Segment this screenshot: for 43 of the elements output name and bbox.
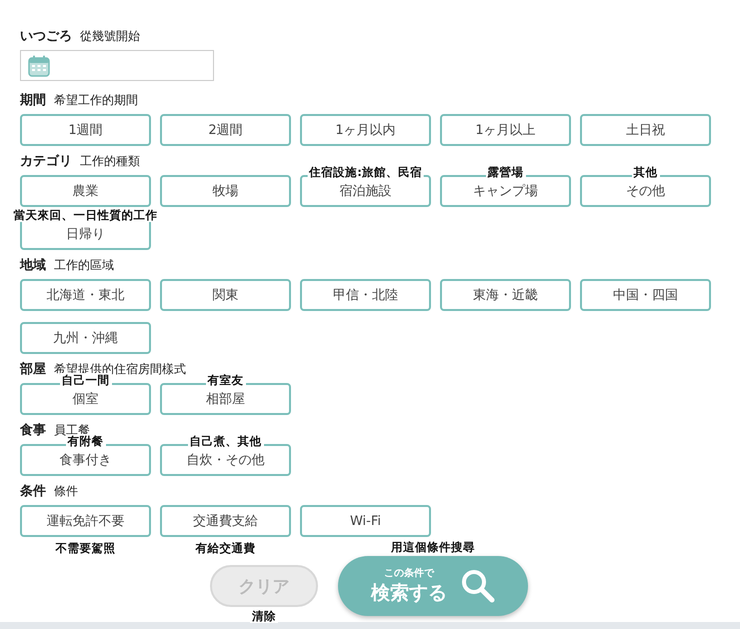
section-note: 工作的區域 (54, 257, 114, 274)
annotation: 住宿設施:旅館、民宿 (307, 165, 424, 179)
annotation: 露營場 (486, 165, 526, 179)
date-field[interactable] (20, 50, 214, 81)
calendar-icon (27, 54, 51, 78)
section-label: カテゴリ (20, 153, 72, 170)
option-button[interactable]: 東海・近畿 (440, 279, 571, 311)
section-label: 食事 (20, 422, 46, 439)
option-button[interactable]: 2週間 (160, 114, 291, 146)
annotation: 其他 (632, 165, 660, 179)
option-button[interactable]: 関東 (160, 279, 291, 311)
annotation: 清除 (250, 609, 278, 623)
annotation: 有附餐 (66, 434, 106, 448)
option-button[interactable]: 交通費支給 (160, 505, 291, 537)
section-note: 從幾號開始 (80, 28, 140, 45)
search-icon (461, 569, 495, 603)
section-label: いつごろ (20, 28, 72, 45)
option-button[interactable]: 九州・沖縄 (20, 322, 151, 354)
annotation: 用這個條件搜尋 (389, 540, 477, 554)
annotation: 當天來回、一日性質的工作 (12, 208, 160, 222)
section-note: 條件 (54, 483, 78, 500)
option-button[interactable]: 運転免許不要 (20, 505, 151, 537)
annotation: 有室友 (206, 373, 246, 387)
option-button[interactable]: 北海道・東北 (20, 279, 151, 311)
option-button[interactable]: 1ヶ月以上 (440, 114, 571, 146)
section-label: 条件 (20, 483, 46, 500)
option-button[interactable]: 1ヶ月以内 (300, 114, 431, 146)
section-note: 希望工作的期間 (54, 92, 138, 109)
option-button[interactable]: 1週間 (20, 114, 151, 146)
option-button[interactable]: 牧場 (160, 175, 291, 207)
annotation: 不需要駕照 (54, 541, 118, 555)
option-button[interactable]: Wi-Fi (300, 505, 431, 537)
section-label: 地域 (20, 257, 46, 274)
annotation: 自己一間 (60, 373, 112, 387)
annotation: 自己煮、其他 (188, 434, 264, 448)
option-button[interactable]: 中国・四国 (580, 279, 711, 311)
section-label: 期間 (20, 92, 46, 109)
annotation: 有給交通費 (194, 541, 258, 555)
option-button[interactable]: 土日祝 (580, 114, 711, 146)
section-note: 工作的種類 (80, 153, 140, 170)
option-button[interactable]: 甲信・北陸 (300, 279, 431, 311)
section-label: 部屋 (20, 360, 46, 378)
option-button[interactable]: 農業 (20, 175, 151, 207)
